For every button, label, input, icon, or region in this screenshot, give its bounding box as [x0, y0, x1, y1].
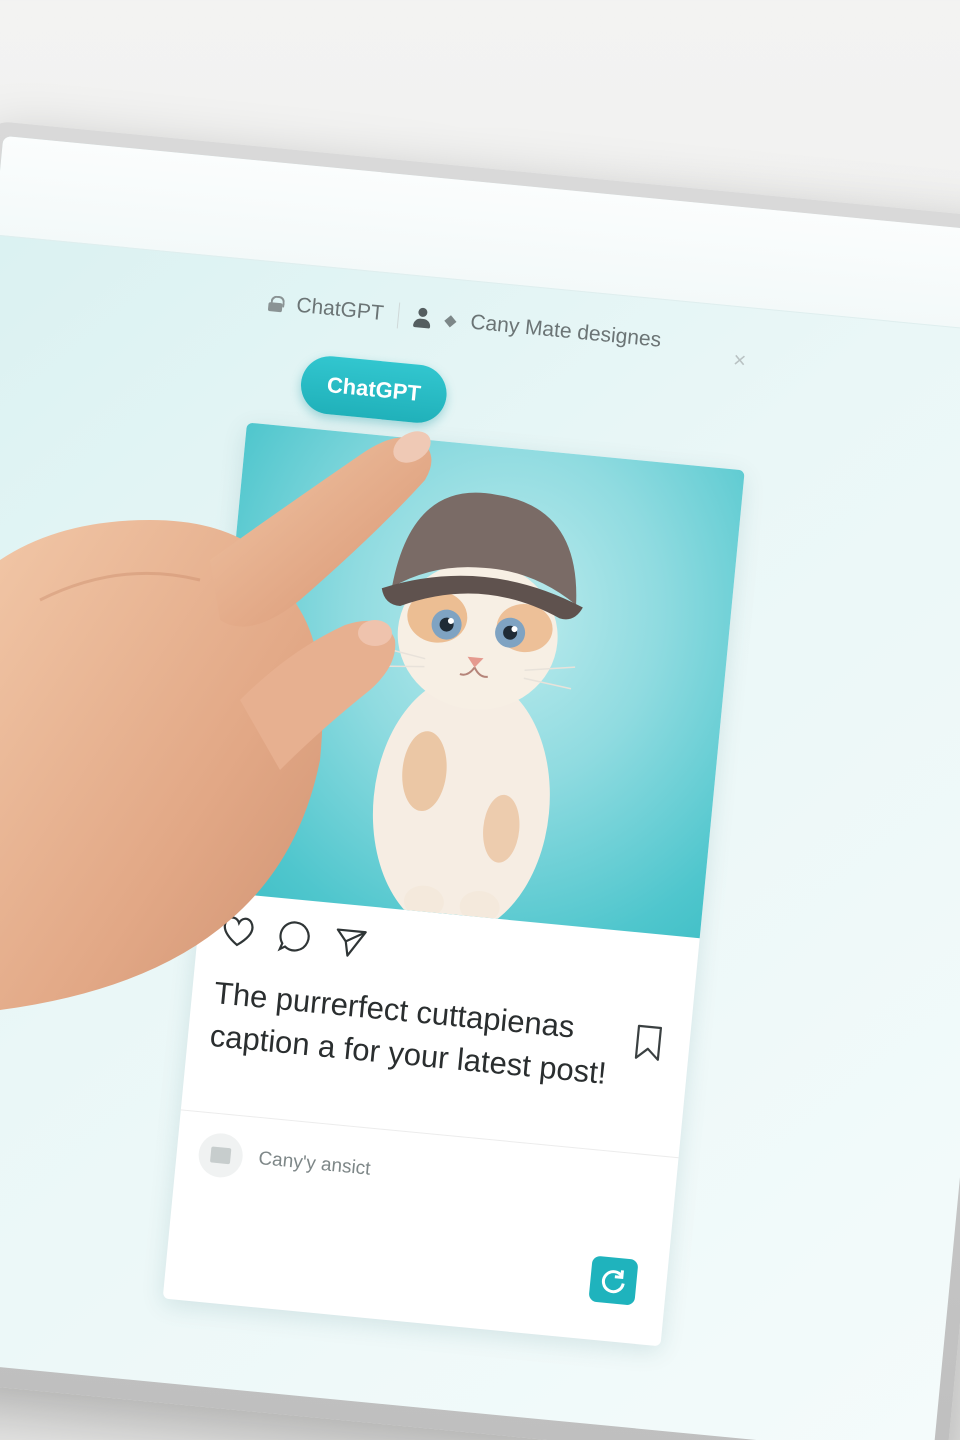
- screen: ChatGPT ◆ Cany Mate designes × ChatGPT T…: [0, 135, 960, 1440]
- comment-row[interactable]: Cany'y ansict: [196, 1131, 373, 1191]
- share-icon[interactable]: [332, 923, 369, 960]
- lock-icon: [268, 295, 283, 312]
- image-icon: [210, 1146, 232, 1165]
- post-caption: The purrerfect cuttapienas caption a for…: [208, 975, 609, 1091]
- heart-icon[interactable]: [219, 912, 258, 949]
- post-card: The purrerfect cuttapienas caption a for…: [162, 422, 745, 1347]
- avatar: [196, 1131, 245, 1180]
- link-icon: ◆: [443, 311, 458, 331]
- account-label[interactable]: Cany Mate designes: [469, 311, 662, 353]
- bookmark-icon[interactable]: [632, 1022, 666, 1063]
- close-icon[interactable]: ×: [732, 347, 747, 374]
- top-bar-divider: [396, 302, 400, 329]
- user-icon[interactable]: [411, 307, 431, 329]
- monitor-frame: ChatGPT ◆ Cany Mate designes × ChatGPT T…: [0, 120, 960, 1440]
- top-bar: [0, 135, 960, 337]
- post-actions: [219, 912, 370, 960]
- post-image[interactable]: [201, 422, 745, 939]
- comment-input[interactable]: Cany'y ansict: [257, 1148, 372, 1181]
- app-label[interactable]: ChatGPT: [295, 294, 384, 326]
- top-bar-content: ChatGPT ◆ Cany Mate designes: [267, 290, 662, 354]
- kitten-illustration: [372, 492, 583, 935]
- refresh-button[interactable]: [588, 1255, 639, 1306]
- comment-icon[interactable]: [276, 918, 313, 955]
- refresh-icon: [601, 1270, 625, 1294]
- chatgpt-button[interactable]: ChatGPT: [298, 353, 450, 426]
